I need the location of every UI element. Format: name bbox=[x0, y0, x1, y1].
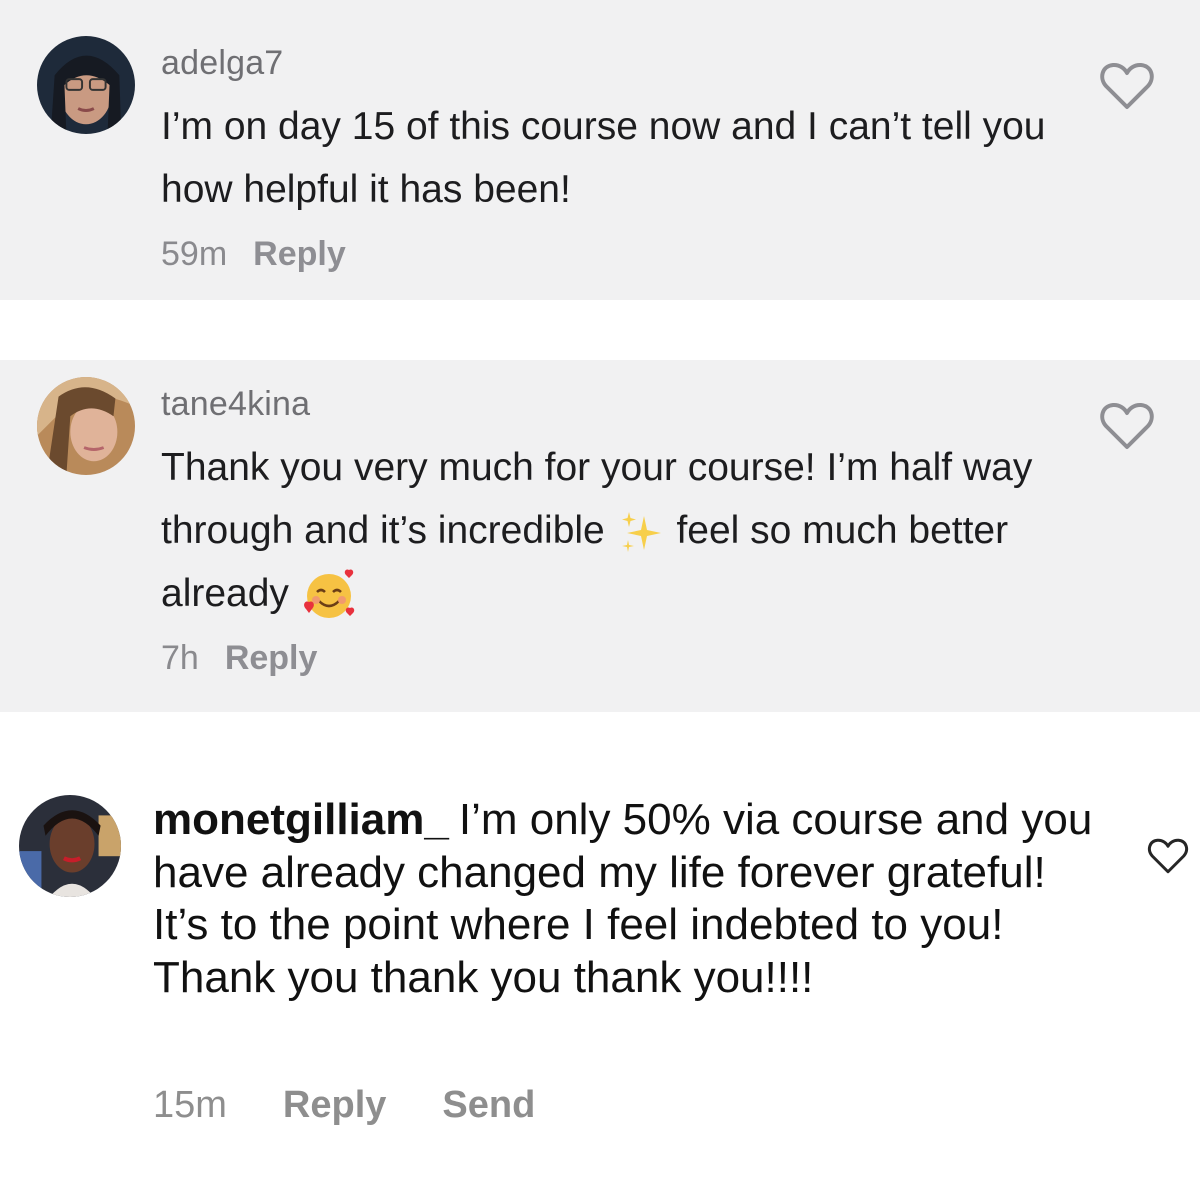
heart-outline-icon[interactable] bbox=[1100, 62, 1154, 110]
sparkles-emoji-icon bbox=[621, 511, 661, 552]
reply-button[interactable]: Reply bbox=[283, 1084, 386, 1127]
reply-button[interactable]: Reply bbox=[253, 235, 346, 274]
heart-outline-icon[interactable] bbox=[1147, 838, 1189, 874]
comment-card-adelga7: adelga7 I’m on day 15 of this course now… bbox=[0, 0, 1200, 300]
comment-timestamp: 59m bbox=[161, 235, 228, 273]
comment-card-tane4kina: tane4kina Thank you very much for your c… bbox=[0, 360, 1200, 712]
smiling-face-with-hearts-emoji-icon bbox=[303, 569, 355, 618]
comment-card-monetgilliam: monetgilliam_ I’m only 50% via course and… bbox=[0, 712, 1200, 1200]
send-button[interactable]: Send bbox=[442, 1084, 535, 1127]
comment-meta: 59m Reply bbox=[161, 235, 346, 274]
comment-username[interactable]: adelga7 bbox=[161, 44, 283, 83]
avatar-tane4kina[interactable] bbox=[37, 377, 135, 475]
comment-username[interactable]: monetgilliam_ bbox=[153, 795, 449, 844]
comment-meta: 7h Reply bbox=[161, 639, 317, 678]
avatar-image bbox=[37, 36, 135, 134]
avatar-image bbox=[37, 377, 135, 475]
comment-text: I’m on day 15 of this course now and I c… bbox=[161, 105, 1046, 211]
comment-username[interactable]: tane4kina bbox=[161, 385, 310, 424]
comment-text: monetgilliam_ I’m only 50% via course and… bbox=[153, 794, 1113, 1004]
avatar-adelga7[interactable] bbox=[37, 36, 135, 134]
heart-outline-icon[interactable] bbox=[1100, 402, 1154, 450]
comment-timestamp: 7h bbox=[161, 639, 199, 677]
comment-text: Thank you very much for your course! I’m… bbox=[161, 436, 1061, 625]
comment-meta: 15m Reply Send bbox=[153, 1084, 535, 1127]
avatar-image bbox=[19, 795, 121, 897]
reply-button[interactable]: Reply bbox=[225, 639, 318, 678]
comment-timestamp: 15m bbox=[153, 1084, 227, 1126]
avatar-monetgilliam[interactable] bbox=[19, 795, 121, 897]
